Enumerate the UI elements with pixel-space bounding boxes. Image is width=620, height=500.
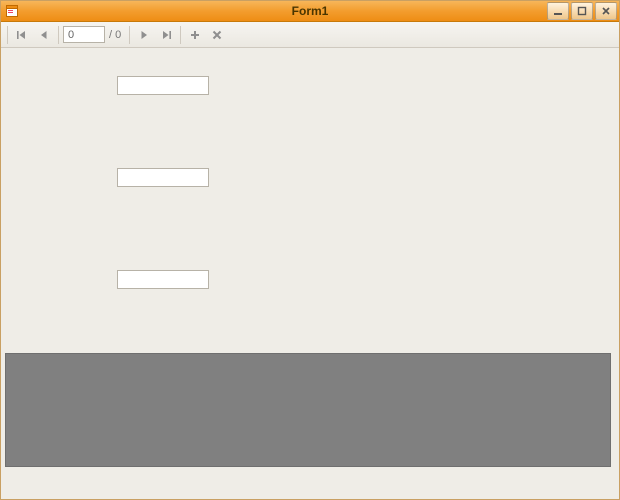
delete-button[interactable] <box>207 25 227 45</box>
add-new-button[interactable] <box>185 25 205 45</box>
title-bar: Form1 <box>1 1 619 22</box>
minimize-icon <box>553 6 563 16</box>
form-client-area <box>1 48 619 499</box>
window-frame: Form1 <box>0 0 620 500</box>
window-controls <box>545 2 619 20</box>
move-first-button[interactable] <box>12 25 32 45</box>
maximize-icon <box>577 6 587 16</box>
window-title: Form1 <box>1 4 619 18</box>
minimize-button[interactable] <box>547 2 569 20</box>
move-last-icon <box>160 29 172 41</box>
maximize-button[interactable] <box>571 2 593 20</box>
toolbar-separator <box>129 26 130 44</box>
move-first-icon <box>16 29 28 41</box>
close-button[interactable] <box>595 2 617 20</box>
textbox-2[interactable] <box>117 168 209 187</box>
add-new-icon <box>189 29 201 41</box>
position-textbox[interactable] <box>63 26 105 43</box>
binding-navigator: / 0 <box>1 22 619 48</box>
move-next-button[interactable] <box>134 25 154 45</box>
toolbar-separator <box>7 26 8 44</box>
textbox-1[interactable] <box>117 76 209 95</box>
count-label: / 0 <box>109 29 121 41</box>
textbox-3[interactable] <box>117 270 209 289</box>
delete-icon <box>211 29 223 41</box>
close-icon <box>601 6 611 16</box>
toolbar-separator <box>180 26 181 44</box>
move-last-button[interactable] <box>156 25 176 45</box>
toolbar-separator <box>58 26 59 44</box>
move-next-icon <box>138 29 150 41</box>
move-previous-button[interactable] <box>34 25 54 45</box>
move-previous-icon <box>38 29 50 41</box>
form-icon <box>5 4 19 18</box>
data-grid-view[interactable] <box>5 353 611 467</box>
